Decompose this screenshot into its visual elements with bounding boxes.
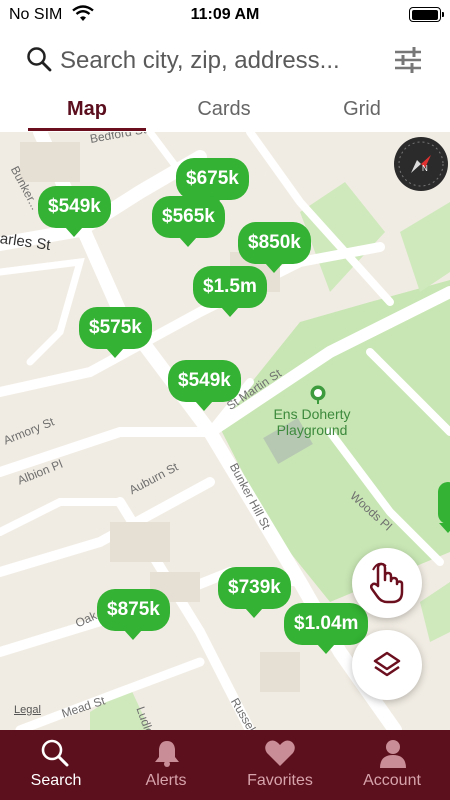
search-input[interactable] bbox=[60, 44, 380, 78]
price-pin[interactable]: $549k bbox=[38, 186, 111, 237]
layers-icon bbox=[373, 651, 401, 677]
tab-grid[interactable]: Grid bbox=[303, 92, 421, 132]
compass-button[interactable]: N bbox=[394, 137, 448, 191]
compass-icon: N bbox=[398, 141, 444, 187]
person-icon bbox=[380, 740, 406, 768]
filter-sliders-icon[interactable] bbox=[392, 44, 424, 76]
tab-account[interactable]: Account bbox=[336, 730, 448, 800]
status-time: 11:09 AM bbox=[190, 6, 260, 23]
hand-pointer-icon bbox=[370, 562, 404, 604]
price-pin[interactable]: $565k bbox=[152, 196, 225, 247]
view-tabs: Map Cards Grid bbox=[0, 92, 450, 132]
tab-label: Account bbox=[363, 772, 421, 789]
price-pin[interactable]: $739k bbox=[218, 567, 291, 618]
park-label: Ens Doherty Playground bbox=[273, 406, 351, 438]
tab-map[interactable]: Map bbox=[28, 92, 146, 132]
park-tree-icon bbox=[310, 385, 326, 404]
legal-link[interactable]: Legal bbox=[14, 704, 41, 716]
price-pin[interactable]: $575k bbox=[79, 307, 152, 358]
search-icon bbox=[41, 739, 69, 767]
bell-icon bbox=[155, 741, 179, 767]
battery-icon bbox=[409, 7, 444, 22]
status-bar: No SIM 11:09 AM bbox=[0, 0, 450, 30]
tab-alerts[interactable]: Alerts bbox=[110, 730, 222, 800]
search-bar bbox=[0, 38, 450, 84]
price-pin[interactable]: $1.04m bbox=[284, 603, 369, 654]
svg-text:N: N bbox=[422, 164, 428, 173]
draw-search-button[interactable] bbox=[352, 548, 422, 618]
price-pin-partial[interactable] bbox=[438, 482, 450, 533]
search-icon bbox=[27, 47, 52, 72]
price-pin[interactable]: $875k bbox=[97, 589, 170, 640]
price-pin[interactable]: $850k bbox=[238, 222, 311, 273]
price-pin[interactable]: $675k bbox=[176, 158, 249, 209]
heart-icon bbox=[265, 740, 295, 766]
tab-cards[interactable]: Cards bbox=[165, 92, 283, 132]
tab-label: Favorites bbox=[247, 772, 313, 789]
tab-label: Search bbox=[30, 772, 82, 789]
active-tab-indicator bbox=[28, 128, 146, 131]
price-pin[interactable]: $1.5m bbox=[193, 266, 267, 317]
map-layers-button[interactable] bbox=[352, 630, 422, 700]
tab-label: Alerts bbox=[145, 772, 187, 789]
tab-favorites[interactable]: Favorites bbox=[224, 730, 336, 800]
price-pin[interactable]: $549k bbox=[168, 360, 241, 411]
bottom-tab-bar: Search Alerts Favorites Account bbox=[0, 730, 450, 800]
map-view[interactable]: Bedford St Bunker... arles St St Martin … bbox=[0, 132, 450, 730]
tab-search[interactable]: Search bbox=[0, 730, 112, 800]
